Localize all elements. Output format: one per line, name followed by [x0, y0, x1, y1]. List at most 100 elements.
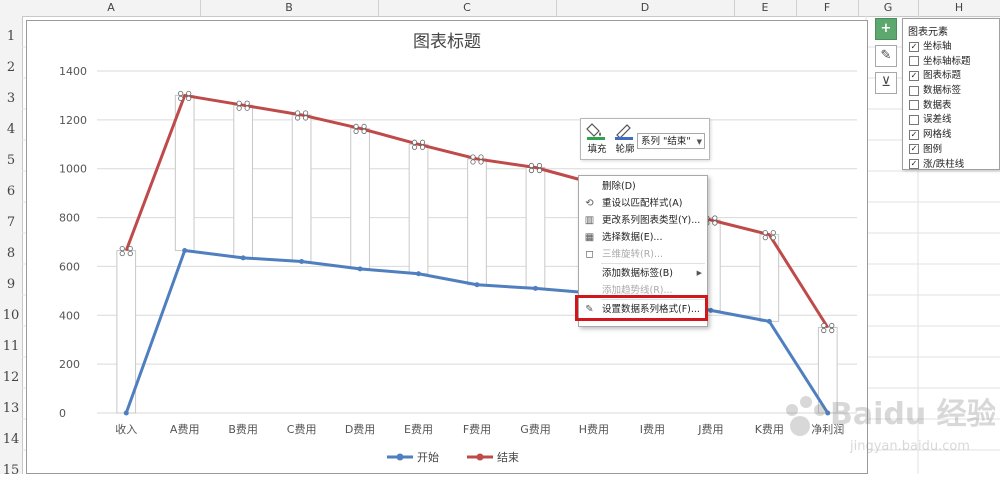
- selection-handle[interactable]: [127, 245, 133, 252]
- context-menu-item[interactable]: ▥ 更改系列图表类型(Y)...: [579, 212, 707, 229]
- chart-styles-button[interactable]: ✎: [875, 45, 897, 67]
- row-header[interactable]: 12: [0, 367, 22, 389]
- selection-handle[interactable]: [119, 250, 125, 257]
- column-header-g[interactable]: G: [858, 0, 919, 16]
- selection-handle[interactable]: [829, 327, 835, 334]
- selection-handle[interactable]: [178, 95, 184, 102]
- selection-handle[interactable]: [821, 327, 827, 334]
- chart-element-option[interactable]: ✓ 图表标题: [903, 69, 999, 84]
- selection-handle[interactable]: [536, 167, 543, 174]
- selection-handle[interactable]: [770, 235, 776, 241]
- data-point[interactable]: [240, 255, 246, 261]
- checkbox-icon[interactable]: ✓: [909, 129, 919, 140]
- selection-handle[interactable]: [821, 322, 827, 329]
- row-header[interactable]: 7: [0, 212, 22, 234]
- selection-handle[interactable]: [186, 90, 192, 97]
- selection-handle[interactable]: [419, 139, 426, 145]
- legend[interactable]: 开始 结束: [387, 450, 519, 464]
- chart-element-option[interactable]: 数据标签: [903, 84, 999, 99]
- up-down-bar[interactable]: [467, 158, 487, 286]
- selection-handle[interactable]: [478, 154, 484, 160]
- chart-element-option[interactable]: 数据表: [903, 99, 999, 114]
- selection-handle[interactable]: [178, 90, 184, 97]
- checkbox-icon[interactable]: [909, 56, 919, 67]
- chart-element-option[interactable]: 误差线: [903, 113, 999, 128]
- column-header-c[interactable]: C: [378, 0, 557, 16]
- row-header[interactable]: 5: [0, 150, 22, 172]
- column-header-h[interactable]: H: [918, 0, 1000, 16]
- selection-handle[interactable]: [411, 139, 418, 145]
- data-point[interactable]: [708, 307, 714, 313]
- row-header[interactable]: 1: [0, 26, 22, 48]
- selection-handle[interactable]: [295, 110, 301, 116]
- up-down-bar[interactable]: [408, 143, 429, 275]
- data-point[interactable]: [357, 266, 363, 272]
- selection-handle[interactable]: [770, 230, 776, 236]
- data-point[interactable]: [299, 259, 305, 265]
- chart-element-option[interactable]: ✓ 涨/跌柱线: [903, 158, 999, 173]
- row-header[interactable]: 15: [0, 460, 22, 482]
- selection-handle[interactable]: [762, 230, 768, 236]
- row-header[interactable]: 11: [0, 336, 22, 358]
- up-down-bar[interactable]: [233, 104, 254, 259]
- column-header-f[interactable]: F: [796, 0, 859, 16]
- selection-handle[interactable]: [127, 250, 133, 257]
- selection-handle[interactable]: [470, 159, 476, 165]
- row-header[interactable]: 10: [0, 305, 22, 327]
- selection-handle[interactable]: [303, 115, 309, 121]
- row-header[interactable]: 14: [0, 429, 22, 451]
- selection-handle[interactable]: [236, 100, 242, 106]
- context-menu-item[interactable]: ▦ 选择数据(E)...: [579, 229, 707, 246]
- row-header[interactable]: 8: [0, 243, 22, 265]
- context-menu-item[interactable]: 删除(D): [579, 178, 707, 195]
- selection-handle[interactable]: [119, 245, 125, 252]
- chart-area[interactable]: 图表标题 0 200 400 600 800 1000 1200 1400 收入 A费用 B费用 C…: [26, 20, 868, 474]
- selection-handle[interactable]: [536, 162, 543, 169]
- selection-handle[interactable]: [712, 215, 718, 221]
- column-header-a[interactable]: A: [22, 0, 201, 16]
- chart-elements-button[interactable]: +: [875, 18, 897, 40]
- up-down-bar[interactable]: [116, 250, 137, 414]
- data-point[interactable]: [182, 248, 188, 254]
- row-header[interactable]: 2: [0, 57, 22, 79]
- selection-handle[interactable]: [244, 105, 250, 111]
- selection-handle[interactable]: [353, 128, 359, 135]
- selection-handle[interactable]: [478, 159, 484, 165]
- selection-handle[interactable]: [762, 235, 768, 241]
- checkbox-icon[interactable]: ✓: [909, 41, 919, 52]
- selection-handle[interactable]: [303, 110, 309, 116]
- selection-handle[interactable]: [295, 115, 301, 121]
- chart-title[interactable]: 图表标题: [413, 32, 481, 52]
- up-down-bar[interactable]: [174, 94, 195, 252]
- selection-handle[interactable]: [712, 220, 718, 226]
- checkbox-icon[interactable]: ✓: [909, 70, 919, 81]
- checkbox-icon[interactable]: [909, 85, 919, 96]
- column-header-e[interactable]: E: [734, 0, 797, 16]
- chart-element-option[interactable]: 坐标轴标题: [903, 55, 999, 70]
- context-menu-item[interactable]: ⟲ 重设以匹配样式(A): [579, 195, 707, 212]
- checkbox-icon[interactable]: ✓: [909, 159, 919, 169]
- chart-filters-button[interactable]: ⊻: [875, 72, 897, 94]
- column-header-b[interactable]: B: [200, 0, 379, 16]
- selection-handle[interactable]: [470, 154, 476, 160]
- selection-handle[interactable]: [186, 95, 192, 102]
- up-down-bar[interactable]: [350, 127, 370, 270]
- checkbox-icon[interactable]: [909, 100, 919, 111]
- chart-element-option[interactable]: ✓ 图例: [903, 143, 999, 158]
- context-menu-item[interactable]: ◻ 三维旋转(R)...: [579, 246, 707, 263]
- outline-button[interactable]: 轮廓: [611, 121, 639, 157]
- data-point[interactable]: [123, 410, 129, 416]
- selection-handle[interactable]: [528, 167, 535, 174]
- chart-element-option[interactable]: ✓ 坐标轴: [903, 40, 999, 55]
- data-point[interactable]: [416, 271, 422, 277]
- selection-handle[interactable]: [419, 144, 426, 150]
- data-point[interactable]: [474, 282, 480, 288]
- checkbox-icon[interactable]: ✓: [909, 144, 919, 155]
- chart-element-option[interactable]: ✓ 网格线: [903, 128, 999, 143]
- data-point[interactable]: [532, 285, 538, 291]
- row-header[interactable]: 3: [0, 88, 22, 110]
- series-selector[interactable]: 系列 "结束" ▼: [637, 133, 705, 149]
- chart-svg[interactable]: 图表标题 0 200 400 600 800 1000 1200 1400 收入 A费用 B费用 C…: [27, 21, 867, 473]
- selection-handle[interactable]: [361, 123, 367, 130]
- column-header-d[interactable]: D: [556, 0, 735, 16]
